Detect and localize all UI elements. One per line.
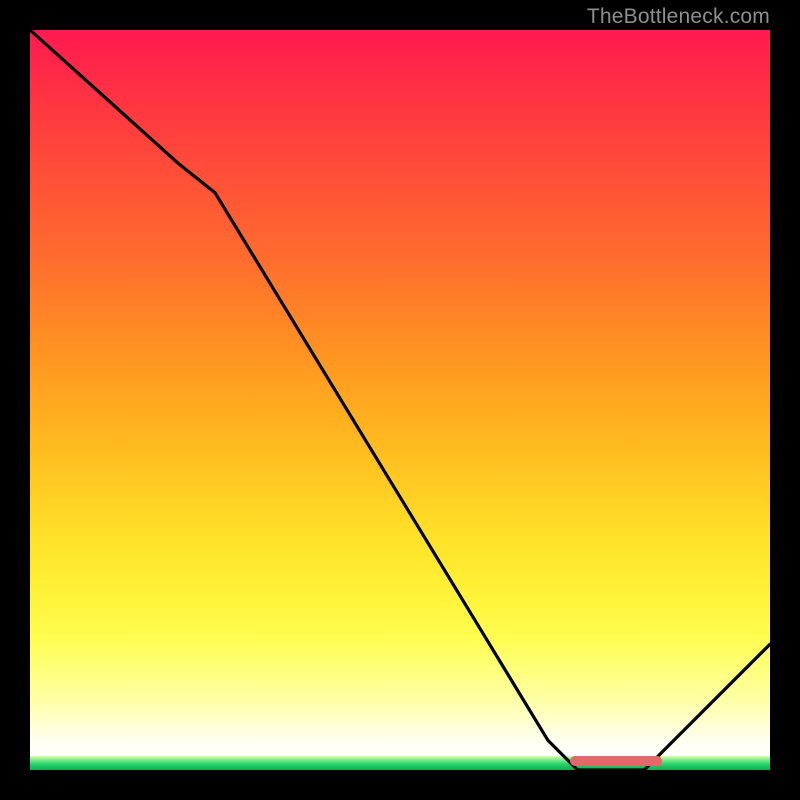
- curve-svg: [30, 30, 770, 770]
- plot-area: [30, 30, 770, 770]
- optimal-range-marker: [570, 756, 662, 766]
- bottleneck-curve: [30, 30, 770, 770]
- chart-stage: TheBottleneck.com: [0, 0, 800, 800]
- attribution-label: TheBottleneck.com: [587, 5, 770, 29]
